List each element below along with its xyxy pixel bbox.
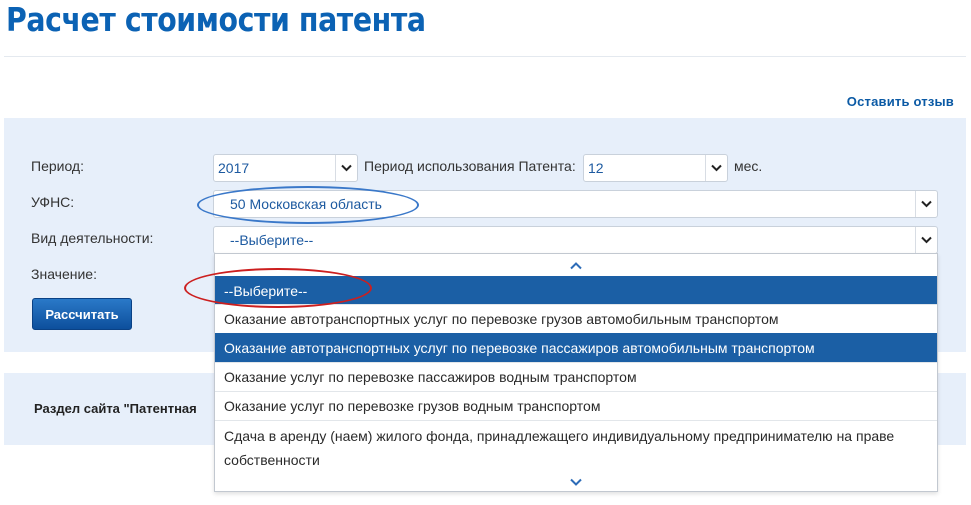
- usage-period-value: 12: [588, 160, 604, 176]
- chevron-down-icon: [705, 155, 727, 181]
- activity-option[interactable]: Оказание автотранспортных услуг по перев…: [215, 304, 937, 333]
- leave-feedback-link[interactable]: Оставить отзыв: [847, 94, 954, 109]
- page-title: Расчет стоимости патента: [6, 0, 426, 39]
- activity-option[interactable]: Оказание услуг по перевозке пассажиров в…: [215, 362, 937, 391]
- chevron-up-icon[interactable]: [215, 256, 937, 276]
- period-select-value: 2017: [218, 160, 250, 176]
- chevron-down-icon: [335, 155, 357, 181]
- value-label: Значение:: [31, 266, 97, 282]
- usage-unit: мес.: [734, 158, 763, 174]
- ufns-select-value: 50 Московская область: [230, 196, 382, 212]
- activity-option[interactable]: Оказание автотранспортных услуг по перев…: [215, 333, 937, 362]
- activity-label: Вид деятельности:: [31, 230, 154, 246]
- activity-option[interactable]: Оказание услуг по перевозке грузов водны…: [215, 391, 937, 420]
- usage-period-select[interactable]: 12: [583, 154, 728, 182]
- calculate-button[interactable]: Рассчитать: [32, 298, 132, 330]
- chevron-down-icon: [915, 227, 937, 253]
- period-label: Период:: [31, 158, 84, 174]
- usage-period-label: Период использования Патента:: [364, 158, 576, 174]
- chevron-down-icon: [915, 191, 937, 217]
- activity-option-select-placeholder[interactable]: --Выберите--: [215, 276, 937, 304]
- title-divider: [4, 56, 966, 57]
- chevron-down-icon[interactable]: [215, 472, 937, 492]
- activity-option[interactable]: Сдача в аренду (наем) жилого фонда, прин…: [215, 420, 937, 473]
- period-select[interactable]: 2017: [213, 154, 358, 182]
- info-section-text: Раздел сайта "Патентная: [34, 401, 197, 416]
- activity-dropdown-list[interactable]: --Выберите-- Оказание автотранспортных у…: [214, 253, 938, 492]
- activity-select-value: --Выберите--: [230, 232, 314, 248]
- activity-select[interactable]: --Выберите--: [213, 226, 938, 254]
- ufns-label: УФНС:: [31, 194, 75, 210]
- ufns-select[interactable]: 50 Московская область: [213, 190, 938, 218]
